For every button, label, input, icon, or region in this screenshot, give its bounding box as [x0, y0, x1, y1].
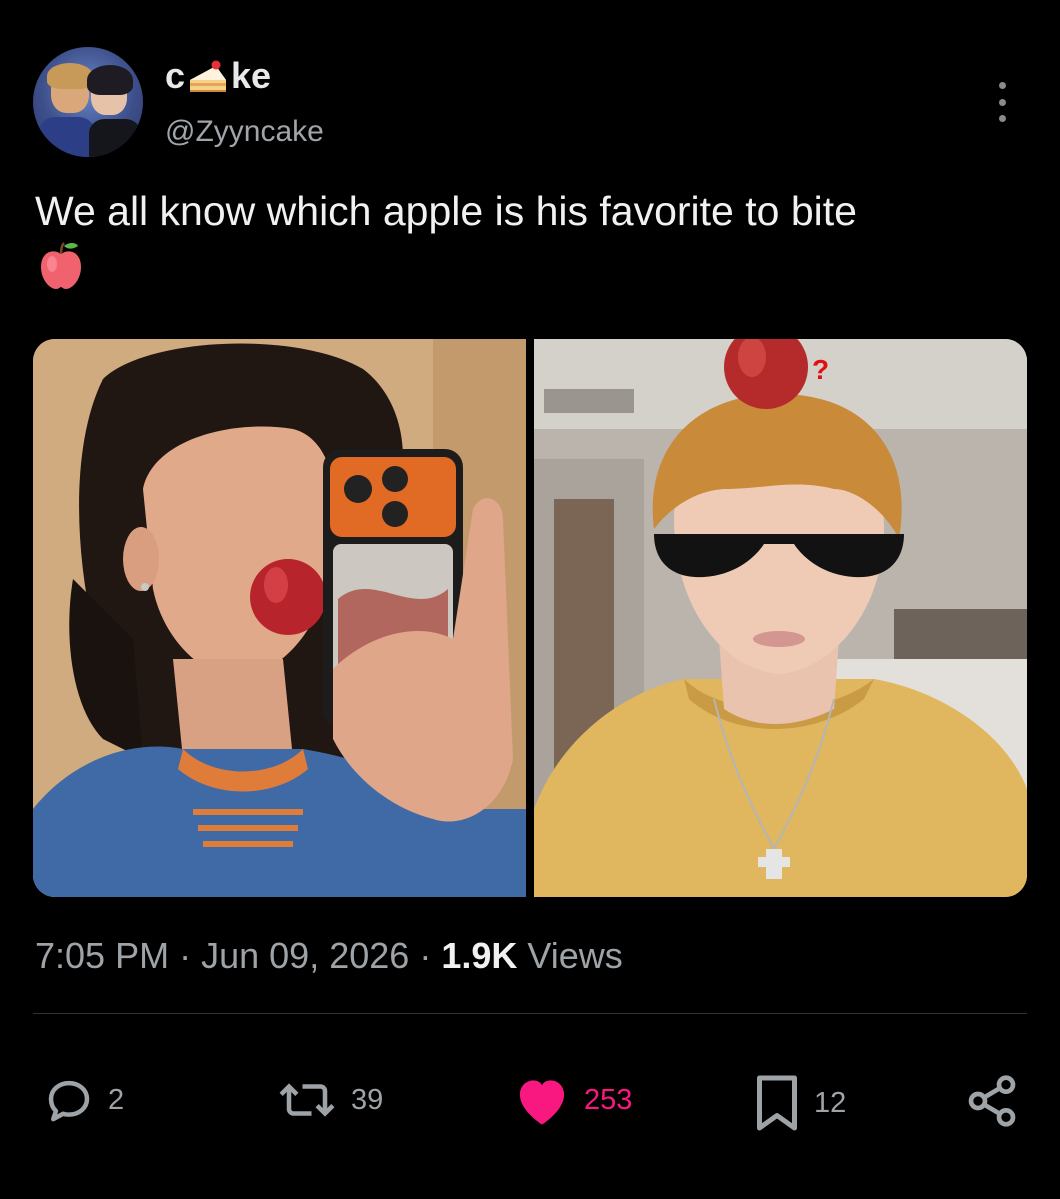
author-handle[interactable]: @Zyyncake	[165, 115, 324, 149]
question-mark-annotation: ?	[812, 354, 829, 385]
photo-left[interactable]	[33, 339, 526, 897]
avatar-figure-left-body	[39, 117, 95, 157]
repost-count: 39	[351, 1083, 384, 1116]
views-count: 1.9K	[441, 935, 518, 976]
bookmark-icon	[757, 1075, 797, 1131]
author-avatar[interactable]	[33, 47, 143, 157]
share-button[interactable]	[964, 1073, 1020, 1129]
like-count: 253	[584, 1083, 633, 1116]
views-label: Views	[527, 935, 623, 976]
display-name-start: c	[165, 55, 186, 96]
display-name-end: ke	[231, 55, 272, 96]
meta-separator: ·	[179, 935, 192, 976]
tweet-media[interactable]: ?	[33, 339, 1027, 897]
tweet-meta: 7:05 PM · Jun 09, 2026 · 1.9K Views	[35, 935, 623, 977]
heart-icon	[519, 1080, 565, 1125]
meta-separator: ·	[419, 935, 432, 976]
repost-button[interactable]: 39	[275, 1073, 383, 1127]
tweet-time: 7:05 PM	[35, 935, 170, 976]
reply-icon	[48, 1080, 90, 1122]
avatar-figure-right-body	[89, 119, 141, 157]
more-options-icon[interactable]	[990, 82, 1014, 122]
more-dot	[998, 82, 1006, 89]
bookmark-count: 12	[814, 1086, 847, 1119]
share-icon	[968, 1075, 1016, 1127]
red-apple-icon	[41, 242, 81, 289]
more-dot	[998, 98, 1006, 106]
divider	[33, 1013, 1027, 1014]
photo-right[interactable]: ?	[534, 339, 1027, 897]
reply-count: 2	[108, 1083, 125, 1116]
more-dot	[998, 115, 1006, 122]
avatar-figure-right-hair	[87, 65, 133, 95]
like-button[interactable]: 253	[512, 1073, 632, 1127]
cake-slice-icon	[190, 60, 227, 92]
tweet-date: Jun 09, 2026	[201, 935, 410, 976]
bookmark-button[interactable]: 12	[752, 1073, 846, 1133]
reply-button[interactable]: 2	[42, 1073, 124, 1127]
tweet-text: We all know which apple is his favorite …	[35, 188, 857, 234]
author-display-name[interactable]: c ke	[165, 56, 271, 96]
repost-icon	[279, 1083, 335, 1117]
